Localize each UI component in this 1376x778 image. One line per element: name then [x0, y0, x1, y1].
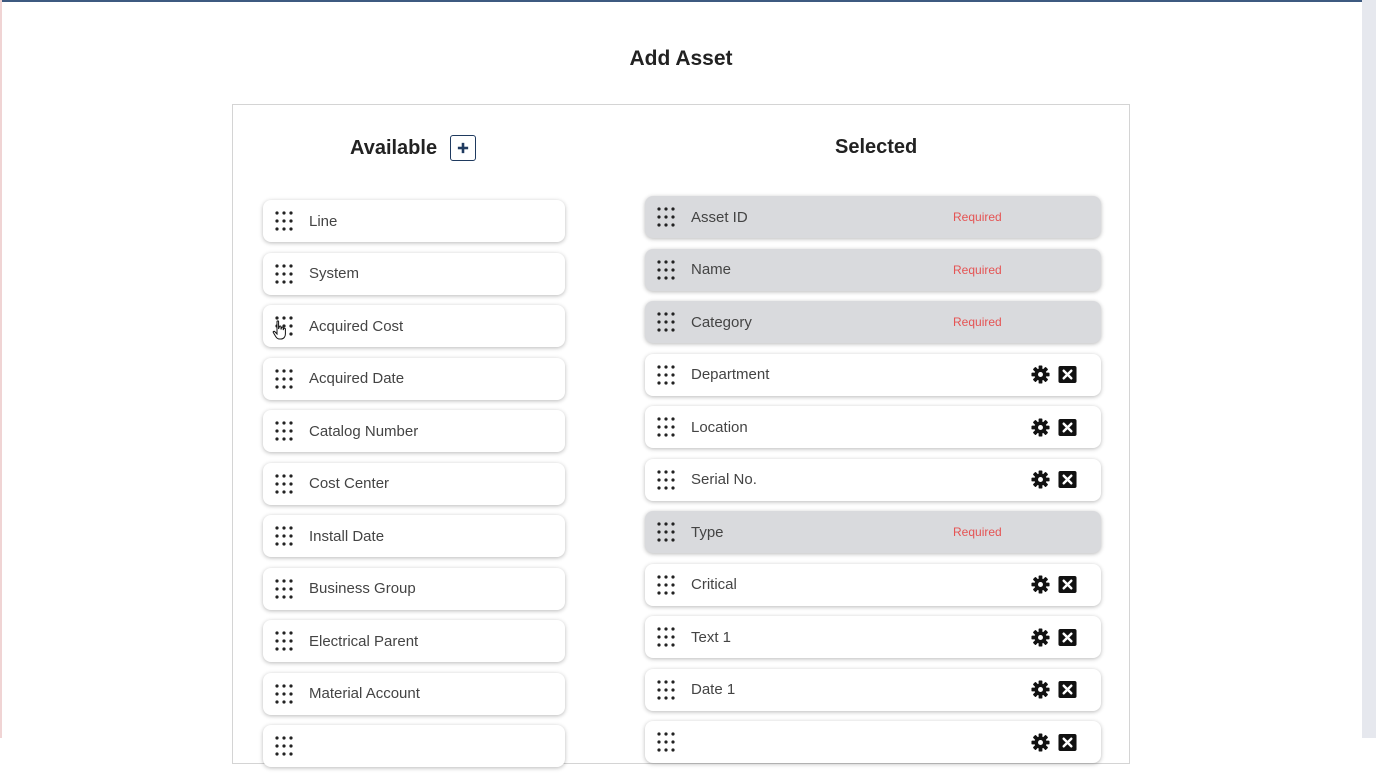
vertical-scrollbar[interactable] [1362, 0, 1376, 738]
selected-item[interactable]: Location [645, 406, 1101, 448]
drag-handle-icon[interactable] [655, 679, 677, 701]
drag-handle-icon[interactable] [273, 210, 295, 232]
available-item-label: Line [309, 212, 338, 230]
selected-item[interactable]: Serial No. [645, 458, 1101, 501]
selected-item-label: Name [691, 261, 732, 278]
drag-handle-icon[interactable] [655, 364, 677, 386]
gear-icon[interactable] [1031, 470, 1050, 489]
available-item[interactable]: Electrical Parent [263, 620, 565, 662]
item-actions [1031, 417, 1077, 437]
available-item[interactable]: Cost Center [263, 462, 565, 505]
selected-item[interactable]: Critical [645, 563, 1101, 606]
page-title: Add Asset [629, 47, 733, 70]
required-badge: Required [953, 262, 1002, 277]
selected-item-label: Date 1 [691, 681, 736, 698]
available-heading: Available [350, 137, 438, 159]
gear-icon[interactable] [1031, 680, 1050, 699]
available-item[interactable]: System [263, 252, 565, 295]
selected-item[interactable]: Category Required [645, 301, 1101, 343]
available-item-label: Business Group [309, 580, 416, 597]
drag-handle-icon[interactable] [655, 416, 677, 438]
gear-icon[interactable] [1031, 627, 1050, 647]
drag-handle-icon[interactable] [273, 368, 295, 390]
close-box-icon[interactable] [1058, 680, 1077, 699]
available-item-label: Material Account [309, 685, 420, 702]
available-item-label: Acquired Date [309, 370, 405, 387]
selected-item-label: Serial No. [691, 471, 757, 488]
drag-handle-icon[interactable] [655, 521, 677, 543]
available-item[interactable]: Material Account [263, 672, 565, 715]
top-accent-bar [0, 0, 1362, 2]
drag-handle-icon[interactable] [273, 420, 295, 442]
selected-item-label: Location [691, 418, 748, 436]
selected-item[interactable]: Type Required [645, 511, 1101, 553]
plus-icon [457, 142, 469, 154]
available-item-label: Cost Center [309, 475, 390, 492]
selected-item[interactable]: Text 1 [645, 616, 1101, 658]
drag-handle-icon[interactable] [655, 626, 677, 648]
selected-item[interactable]: Date 1 [645, 668, 1101, 711]
available-list: Line System Acquired Cost Acquired Date Cata… [263, 200, 565, 778]
required-badge: Required [953, 315, 1002, 329]
gear-icon[interactable] [1031, 365, 1050, 384]
available-item-label: Catalog Number [309, 422, 419, 440]
selected-heading: Selected [835, 136, 918, 158]
drag-handle-icon[interactable] [273, 578, 295, 600]
selected-item[interactable]: Department [645, 353, 1101, 396]
item-actions [1031, 365, 1077, 384]
drag-handle-icon[interactable] [655, 574, 677, 596]
required-badge: Required [953, 525, 1002, 539]
drag-handle-icon[interactable] [655, 469, 677, 491]
drag-handle-icon[interactable] [273, 525, 295, 547]
close-box-icon[interactable] [1058, 418, 1077, 437]
available-item[interactable]: Catalog Number [263, 410, 565, 452]
close-box-icon[interactable] [1058, 575, 1077, 594]
available-item-label: Acquired Cost [309, 317, 404, 335]
drag-handle-icon[interactable] [655, 731, 677, 753]
available-item-label: Electrical Parent [309, 632, 419, 650]
selected-item[interactable] [645, 721, 1101, 763]
selected-item[interactable]: Asset ID Required [645, 196, 1101, 238]
available-item[interactable]: Acquired Cost [263, 305, 565, 347]
drag-handle-icon[interactable] [655, 259, 677, 281]
selected-item-label: Text 1 [691, 628, 732, 646]
selected-item-label: Critical [691, 576, 737, 593]
close-box-icon[interactable] [1058, 628, 1077, 647]
close-box-icon[interactable] [1058, 470, 1077, 489]
required-badge: Required [953, 210, 1002, 224]
gear-icon[interactable] [1031, 575, 1050, 594]
drag-handle-icon[interactable] [655, 311, 677, 333]
drag-handle-icon[interactable] [273, 630, 295, 652]
selected-item-label: Category [691, 313, 752, 331]
drag-handle-icon[interactable] [273, 473, 295, 495]
item-actions [1031, 680, 1077, 699]
left-edge [0, 0, 2, 738]
drag-handle-icon[interactable] [273, 683, 295, 705]
selected-item-label: Asset ID [691, 208, 748, 226]
item-actions [1031, 627, 1077, 647]
gear-icon[interactable] [1031, 417, 1050, 437]
drag-handle-icon[interactable] [273, 735, 295, 757]
available-item[interactable]: Business Group [263, 567, 565, 610]
drag-handle-icon[interactable] [273, 263, 295, 285]
available-item-label: Install Date [309, 527, 385, 545]
add-field-button[interactable] [450, 135, 476, 161]
close-box-icon[interactable] [1058, 733, 1077, 752]
selected-list: Asset ID Required Name Required Category Requ… [645, 196, 1101, 774]
item-actions [1031, 470, 1077, 489]
available-item[interactable]: Install Date [263, 515, 565, 557]
drag-handle-icon[interactable] [273, 315, 295, 337]
available-item-label: System [309, 265, 360, 282]
available-item[interactable]: Line [263, 200, 565, 242]
drag-handle-icon[interactable] [655, 206, 677, 228]
item-actions [1031, 732, 1077, 752]
item-actions [1031, 575, 1077, 594]
selected-item-label: Type [691, 523, 724, 541]
available-item[interactable]: Acquired Date [263, 357, 565, 400]
selected-item-label: Department [691, 366, 770, 383]
selected-item[interactable]: Name Required [645, 248, 1101, 291]
close-box-icon[interactable] [1058, 365, 1077, 384]
gear-icon[interactable] [1031, 732, 1050, 752]
available-item[interactable] [263, 725, 565, 767]
